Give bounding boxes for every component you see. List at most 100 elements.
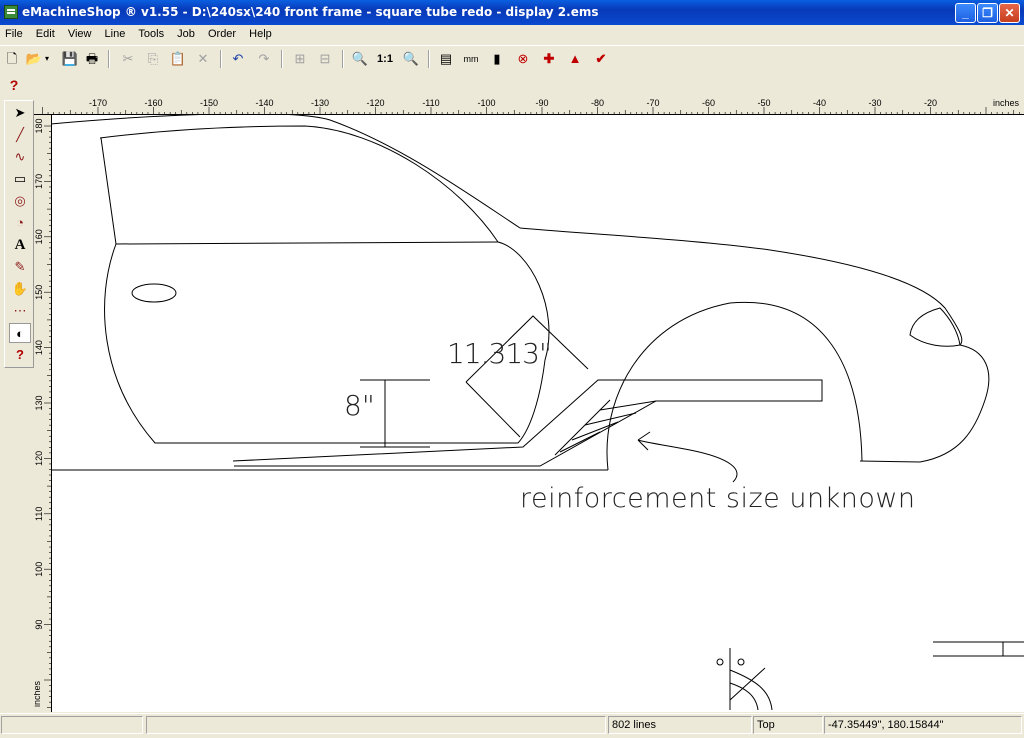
open-dropdown-chevron-icon[interactable]: ▾ xyxy=(42,49,52,69)
window-title: eMachineShop ® v1.55 - D:\240sx\240 fron… xyxy=(22,5,599,19)
menu-edit[interactable]: Edit xyxy=(31,25,60,40)
toolbar-separator xyxy=(342,50,344,68)
menu-job[interactable]: Job xyxy=(172,25,200,40)
minimize-button[interactable]: _ xyxy=(955,3,976,23)
ruler-tick-label: -100 xyxy=(477,98,495,108)
annotation-label: reinforcement size unknown xyxy=(520,483,916,514)
menu-view[interactable]: View xyxy=(63,25,97,40)
ruler-tick-label: -30 xyxy=(868,98,881,108)
partial-frame-line xyxy=(933,641,1024,657)
ruler-tick-label: -140 xyxy=(255,98,273,108)
reinforcement-hatch xyxy=(554,399,657,456)
pen-tool-icon[interactable]: ✎ xyxy=(9,257,31,277)
rocker-sill-line xyxy=(232,379,823,467)
annotation-arrow xyxy=(637,431,738,483)
main-toolbar: 🗋 📂 ▾ 💾 🖶 ✂ ⎘ 📋 ✕ ↶ ↷ ⊞ ⊟ 🔍 1:1 🔍 ▤ mm ▮… xyxy=(0,45,1024,73)
help-icon[interactable]: ? xyxy=(4,75,24,95)
door-pillar-line xyxy=(100,137,117,245)
text-tool-icon[interactable]: A xyxy=(9,235,31,255)
ruler-tick-label: -150 xyxy=(200,98,218,108)
dimension-height-label: 8" xyxy=(344,389,375,422)
properties-icon[interactable]: ▤ xyxy=(436,49,456,69)
zoom-icon[interactable]: 🔍 xyxy=(350,49,370,69)
restore-button[interactable]: ❐ xyxy=(977,3,998,23)
ruler-tick-label: -110 xyxy=(422,98,439,108)
horizontal-ruler: -170 -160 -150 -140 -130 -120 -110 -100 -90 -80 -7… xyxy=(34,97,1024,115)
delete-icon[interactable]: ✕ xyxy=(193,49,213,69)
ruler-tick-label: -40 xyxy=(813,98,826,108)
status-line-count: 802 lines xyxy=(608,716,752,734)
redo-icon[interactable]: ↷ xyxy=(254,49,274,69)
tool-help-icon[interactable]: ? xyxy=(9,345,31,365)
arc-tool-icon[interactable]: ◔ xyxy=(9,213,31,233)
crosshair-icon[interactable]: ✚ xyxy=(539,49,559,69)
print-icon[interactable]: 🖶 xyxy=(82,49,102,69)
door-handle xyxy=(131,283,177,303)
circle-tool-icon[interactable]: ◎ xyxy=(9,191,31,211)
toolbar-separator xyxy=(108,50,110,68)
partial-hole-right xyxy=(737,658,745,666)
ruler-tick-label: 170 xyxy=(34,174,44,189)
ruler-tick-label: 140 xyxy=(34,340,44,355)
zoom-1to1-icon[interactable]: 1:1 xyxy=(375,49,395,69)
ungroup-icon[interactable]: ⊟ xyxy=(315,49,335,69)
ruler-tick-label: 90 xyxy=(34,620,44,630)
window-upper-line xyxy=(99,125,499,243)
ruler-tick-label: 180 xyxy=(34,118,44,133)
open-folder-icon[interactable]: 📂 xyxy=(24,49,44,69)
paste-icon[interactable]: 📋 xyxy=(168,49,188,69)
new-file-icon[interactable]: 🗋 xyxy=(2,49,22,69)
status-cell-1 xyxy=(1,716,143,734)
ruler-tick-label: -60 xyxy=(702,98,715,108)
menu-help[interactable]: Help xyxy=(244,25,277,40)
partial-arc-part xyxy=(729,648,773,711)
menu-order[interactable]: Order xyxy=(203,25,241,40)
copy-icon[interactable]: ⎘ xyxy=(143,49,163,69)
3d-view-icon[interactable]: ▲ xyxy=(565,49,585,69)
rectangle-tool-icon[interactable]: ▭ xyxy=(9,169,31,189)
save-icon[interactable]: 💾 xyxy=(60,49,80,69)
menu-line[interactable]: Line xyxy=(100,25,131,40)
horizontal-ruler-graphic: -170 -160 -150 -140 -130 -120 -110 -100 -90 -80 -7… xyxy=(42,98,1020,114)
select-arrow-icon[interactable]: ➤ xyxy=(9,103,31,123)
tool-palette: ➤ ╱ ∿ ▭ ◎ ◔ A ✎ ✋ ⋯ ◐ ? xyxy=(4,100,34,368)
drawing-svg[interactable] xyxy=(52,115,1024,712)
menu-file[interactable]: File xyxy=(0,25,28,40)
cut-icon[interactable]: ✂ xyxy=(118,49,138,69)
drawing-canvas[interactable]: 11.313" 8" reinforcement size unknown xyxy=(52,115,1024,712)
ruler-unit-label-vertical: inches xyxy=(34,680,43,708)
ruler-tick-label: -120 xyxy=(366,98,384,108)
menu-bar: File Edit View Line Tools Job Order Help xyxy=(0,25,1024,45)
ruler-tick-label: 100 xyxy=(34,562,44,577)
dimension-diagonal-label: 11.313" xyxy=(447,337,552,370)
toolbar-separator xyxy=(428,50,430,68)
check-design-icon[interactable]: ✔ xyxy=(591,49,611,69)
help-toolbar: ? xyxy=(0,73,1024,97)
check-overlap-icon[interactable]: ⊗ xyxy=(513,49,533,69)
ruler-tick-label: 160 xyxy=(34,229,44,244)
menu-tools[interactable]: Tools xyxy=(133,25,169,40)
ruler-tick-label: -20 xyxy=(924,98,937,108)
ruler-tick-label: -160 xyxy=(144,98,162,108)
line-tool-icon[interactable]: ╱ xyxy=(9,125,31,145)
material-bottle-icon[interactable]: ▮ xyxy=(487,49,507,69)
node-edit-icon[interactable]: ◐ xyxy=(9,323,31,343)
vertical-ruler: 180 170 160 150 140 130 120 110 100 90 inches xyxy=(34,115,52,712)
undo-icon[interactable]: ↶ xyxy=(228,49,248,69)
roof-outline xyxy=(52,115,521,229)
ruler-unit-label: inches xyxy=(993,98,1020,108)
grid-snap-icon[interactable]: ⋯ xyxy=(9,301,31,321)
wheel-arch-outline xyxy=(606,301,863,471)
title-bar: eMachineShop ® v1.55 - D:\240sx\240 fron… xyxy=(0,0,1024,25)
headlight-outline xyxy=(909,307,961,347)
zoom-fit-icon[interactable]: 🔍 xyxy=(401,49,421,69)
close-button[interactable]: ✕ xyxy=(999,3,1020,23)
units-mm-icon[interactable]: mm xyxy=(461,49,481,69)
partial-hole-left xyxy=(716,658,724,666)
pan-hand-icon[interactable]: ✋ xyxy=(9,279,31,299)
ruler-tick-label: -80 xyxy=(591,98,604,108)
ruler-tick-label: 150 xyxy=(34,285,44,300)
curve-tool-icon[interactable]: ∿ xyxy=(9,147,31,167)
group-icon[interactable]: ⊞ xyxy=(290,49,310,69)
app-icon xyxy=(4,5,18,19)
